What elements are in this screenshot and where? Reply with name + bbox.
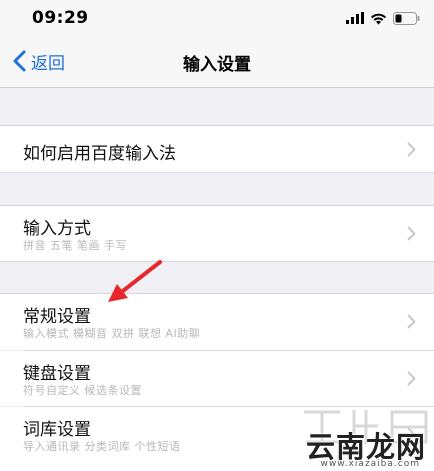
chevron-right-icon bbox=[407, 226, 416, 241]
wifi-icon bbox=[371, 13, 386, 24]
enable-guide-cell[interactable]: 如何启用百度输入法 bbox=[0, 126, 434, 172]
input-method-title: 输入方式 bbox=[23, 219, 91, 239]
general-settings-subtitle: 输入模式 模糊音 双拼 联想 AI助聊 bbox=[23, 327, 201, 340]
enable-guide-title: 如何启用百度输入法 bbox=[23, 144, 176, 164]
keyboard-settings-cell[interactable]: 键盘设置 符号自定义 候选条设置 bbox=[0, 351, 434, 406]
general-settings-cell[interactable]: 常规设置 输入模式 模糊音 双拼 联想 AI助聊 bbox=[0, 294, 434, 350]
general-settings-title: 常规设置 bbox=[23, 307, 91, 327]
navigation-bar: 返回 输入设置 bbox=[0, 34, 434, 88]
chevron-right-icon bbox=[407, 314, 416, 329]
lexicon-settings-subtitle: 导入通讯录 分类词库 个性短语 bbox=[23, 440, 181, 453]
watermark-url: www.xiazaiba.com bbox=[320, 459, 420, 469]
cellular-signal-icon bbox=[346, 12, 364, 24]
chevron-right-icon bbox=[407, 142, 416, 157]
input-method-cell[interactable]: 输入方式 拼音 五笔 笔画 手写 bbox=[0, 206, 434, 261]
status-time: 09:29 bbox=[32, 8, 89, 28]
chevron-right-icon bbox=[407, 371, 416, 386]
keyboard-settings-title: 键盘设置 bbox=[23, 364, 91, 384]
section-divider bbox=[0, 172, 434, 173]
lexicon-settings-title: 词库设置 bbox=[23, 420, 91, 440]
page-title: 输入设置 bbox=[183, 55, 251, 75]
keyboard-settings-subtitle: 符号自定义 候选条设置 bbox=[23, 384, 142, 397]
battery-icon bbox=[393, 11, 420, 25]
status-bar: 09:29 bbox=[0, 0, 434, 34]
input-method-subtitle: 拼音 五笔 笔画 手写 bbox=[23, 239, 127, 252]
section-divider bbox=[0, 261, 434, 262]
status-icons bbox=[346, 10, 420, 26]
